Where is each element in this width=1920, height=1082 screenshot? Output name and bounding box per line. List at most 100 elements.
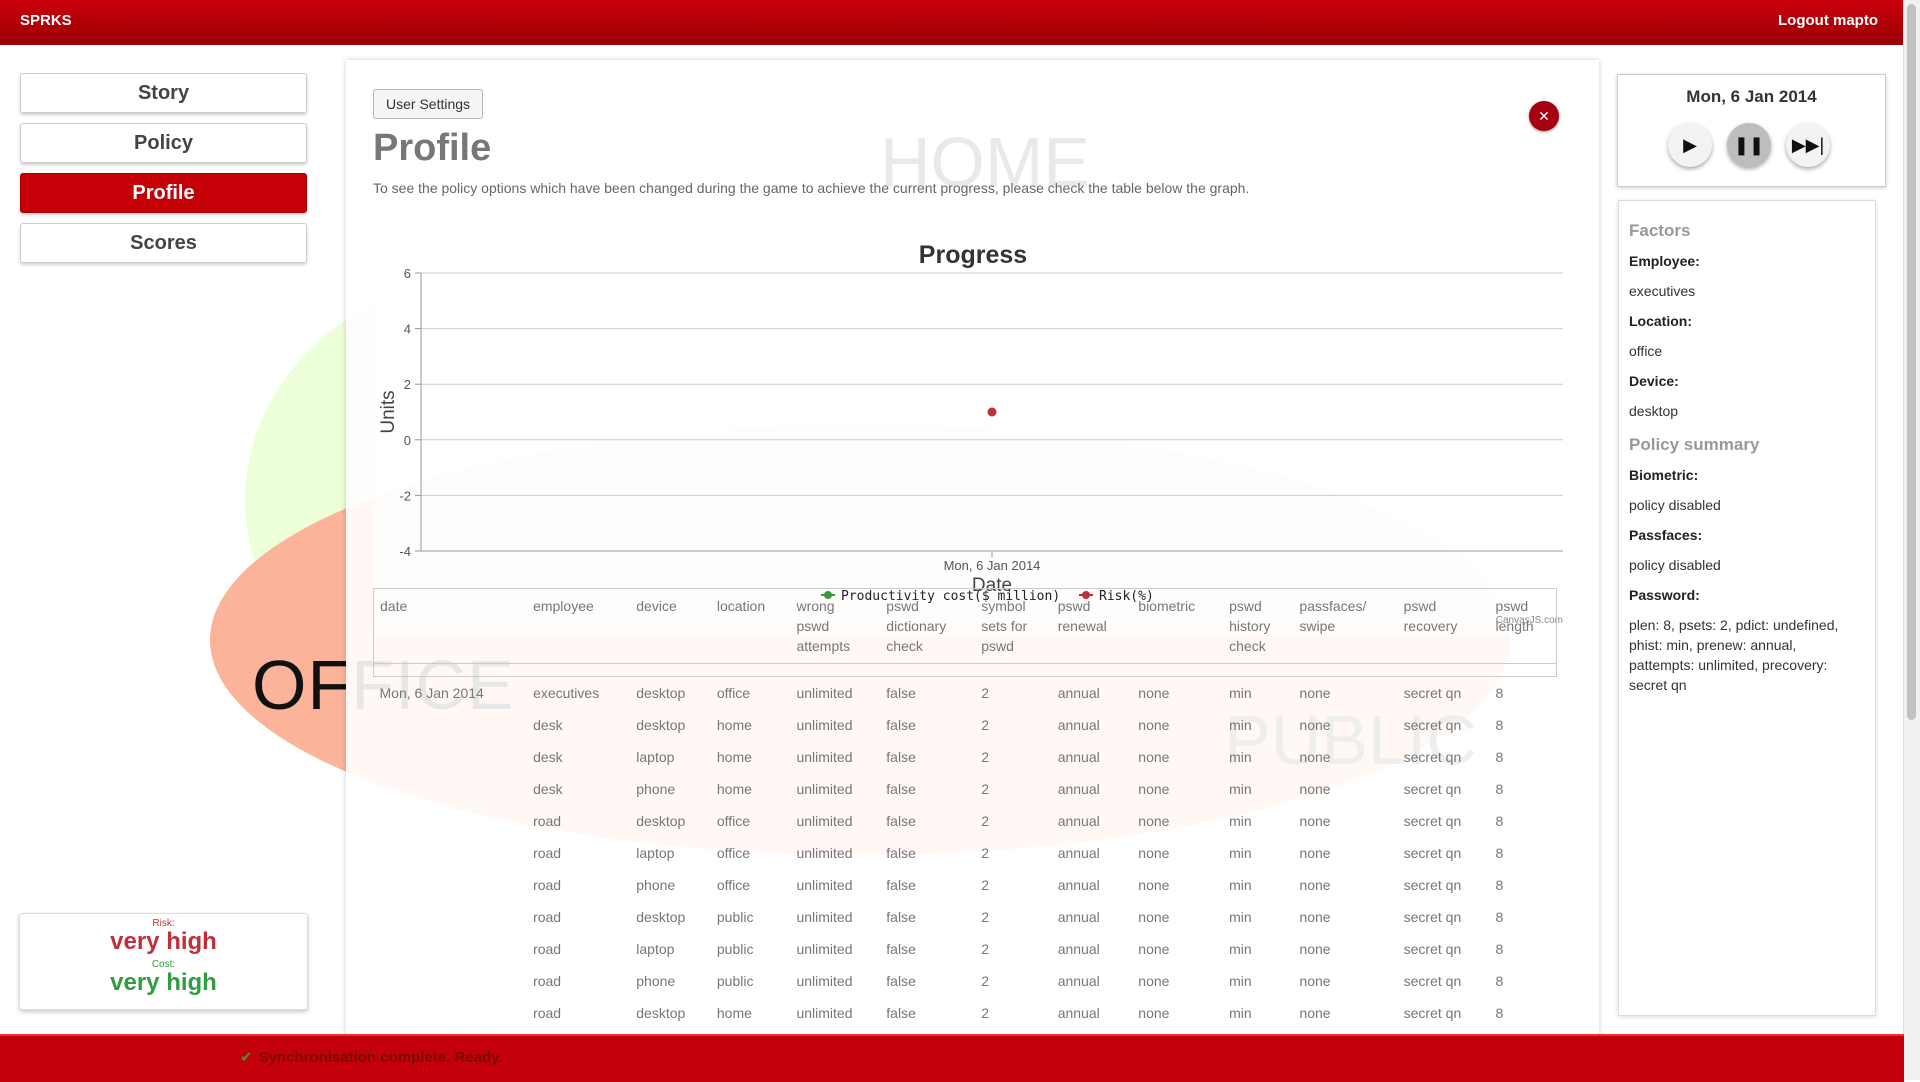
fast-forward-icon[interactable]: ▶▶| [1786, 123, 1830, 167]
table-cell: annual [1057, 717, 1100, 733]
risk-value: very high [110, 928, 217, 955]
table-cell: unlimited [796, 717, 853, 733]
table-cell: false [886, 973, 916, 989]
table-cell: desktop [636, 1005, 686, 1021]
table-cell: phone [636, 781, 676, 797]
table-cell: unlimited [796, 877, 853, 893]
table-cell [374, 709, 528, 741]
table-cell: 2 [981, 941, 990, 957]
status-message: ✔ Synchronisation complete. Ready. [240, 1048, 503, 1066]
table-cell [374, 837, 528, 869]
column-header[interactable]: date [373, 588, 528, 664]
table-cell: 2 [981, 909, 990, 925]
close-icon[interactable]: ✕ [1529, 101, 1559, 131]
y-tick-label: 4 [404, 322, 411, 337]
vertical-scrollbar[interactable] [1903, 0, 1920, 1080]
table-cell: false [886, 813, 916, 829]
table-cell: annual [1057, 781, 1100, 797]
table-cell [374, 773, 528, 805]
column-header[interactable]: pswd length [1489, 588, 1557, 664]
table-cell: public [716, 909, 754, 925]
play-icon[interactable]: ▶ [1668, 123, 1712, 167]
column-header-line: pswd [1229, 598, 1262, 614]
table-cell: 8 [1495, 813, 1504, 829]
nav-profile-button[interactable]: Profile [20, 173, 307, 213]
location-label: Location: [1629, 313, 1692, 329]
risk-cost-indicator: Risk: very high Cost: very high [19, 913, 308, 1010]
column-header[interactable]: wrong pswd attempts [790, 588, 881, 664]
factors-panel: Factors Employee: executives Location: o… [1618, 200, 1876, 1016]
logout-link[interactable]: Logout mapto [1778, 12, 1878, 29]
table-cell: desktop [636, 909, 686, 925]
table-cell: min [1229, 877, 1252, 893]
column-header-line: pswd [886, 598, 919, 614]
table-cell: desk [533, 717, 563, 733]
table-cell: 2 [981, 845, 990, 861]
column-header[interactable]: biometric [1132, 588, 1224, 664]
table-cell: desk [533, 781, 563, 797]
table-cell: false [886, 749, 916, 765]
column-header[interactable]: pswd dictionary check [880, 588, 976, 664]
current-date: Mon, 6 Jan 2014 [1686, 87, 1817, 106]
check-icon: ✔ [240, 1049, 253, 1066]
policy-table: date employee device location wrong pswd attem… [373, 588, 1557, 1029]
page-description: To see the policy options which have bee… [373, 180, 1250, 196]
column-header[interactable]: employee [527, 588, 631, 664]
table-cell: road [533, 973, 562, 989]
policy-table-wrap: date employee device location wrong pswd attem… [373, 588, 1573, 1029]
y-tick-label: -2 [399, 488, 411, 503]
nav-story-button[interactable]: Story [20, 73, 307, 113]
table-cell: min [1229, 749, 1252, 765]
y-tick-label: 2 [404, 377, 411, 392]
table-row: road desktop office unlimited false 2 annual no… [374, 805, 1557, 837]
column-header-line: pswd [796, 618, 830, 634]
table-cell: phone [636, 973, 676, 989]
y-tick-label: -4 [399, 544, 411, 559]
column-header[interactable]: passfaces/swipe [1293, 588, 1398, 664]
column-header[interactable]: location [710, 588, 791, 664]
table-cell: road [533, 813, 562, 829]
chart-svg: Progress6420-2-4Mon, 6 Jan 2014DateUnits… [378, 241, 1563, 626]
table-cell: min [1229, 1005, 1252, 1021]
date-controls: Mon, 6 Jan 2014 ▶ ❚❚ ▶▶| [1617, 74, 1886, 187]
nav-scores-button[interactable]: Scores [20, 223, 307, 263]
employee-label: Employee: [1629, 253, 1700, 269]
table-cell [374, 741, 528, 773]
table-row: desk phone home unlimited false 2 annual none mi… [374, 773, 1557, 805]
table-cell: 8 [1495, 781, 1504, 797]
table-cell: executives [533, 685, 600, 701]
y-tick-label: 0 [404, 433, 411, 448]
column-header[interactable]: pswd recovery [1397, 588, 1490, 664]
column-header-line: location [716, 598, 766, 614]
y-tick-label: 6 [404, 266, 411, 281]
table-cell: unlimited [796, 685, 853, 701]
table-row: Mon, 6 Jan 2014 executives desktop office un… [374, 677, 1557, 710]
table-cell: desktop [636, 717, 686, 733]
table-cell: min [1229, 685, 1252, 701]
table-cell: laptop [636, 941, 675, 957]
table-cell: unlimited [796, 781, 853, 797]
scrollbar-thumb[interactable] [1907, 4, 1916, 720]
table-cell: none [1138, 1005, 1170, 1021]
user-settings-button[interactable]: User Settings [373, 89, 484, 119]
column-header-line: renewal [1057, 618, 1107, 634]
table-header-spacer [373, 663, 1557, 677]
column-header[interactable]: pswd history check [1223, 588, 1294, 664]
column-header-line: check [1229, 638, 1266, 654]
column-header-line: length [1495, 618, 1534, 634]
table-cell: 8 [1495, 685, 1504, 701]
app-brand[interactable]: SPRKS [20, 12, 72, 29]
table-cell: 8 [1495, 717, 1504, 733]
pause-icon[interactable]: ❚❚ [1727, 123, 1771, 167]
table-cell: unlimited [796, 845, 853, 861]
table-cell: none [1299, 717, 1331, 733]
column-header-line: pswd [981, 638, 1014, 654]
table-cell: false [886, 941, 916, 957]
column-header-line: attempts [796, 638, 851, 654]
column-header[interactable]: device [630, 588, 711, 664]
table-cell: annual [1057, 941, 1100, 957]
column-header[interactable]: symbol sets for pswd [975, 588, 1052, 664]
table-cell: office [716, 877, 751, 893]
column-header[interactable]: pswd renewal [1051, 588, 1133, 664]
nav-policy-button[interactable]: Policy [20, 123, 307, 163]
